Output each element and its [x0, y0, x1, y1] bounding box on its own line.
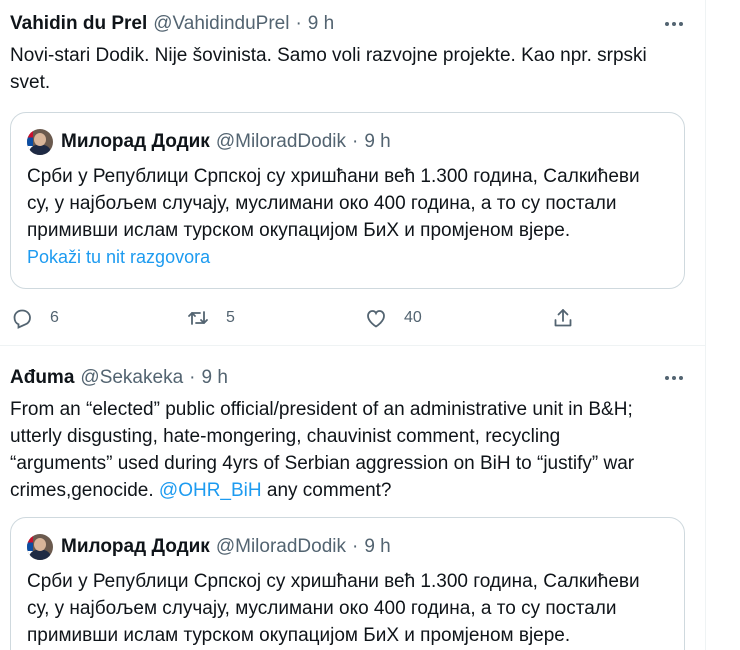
tweet-text: Novi-stari Dodik. Nije šovinista. Samo v… — [10, 42, 696, 96]
tweet-text-line: crimes,genocide. @OHR_BiH any comment? — [10, 477, 696, 504]
timeline-feed: Vahidin du Prel @VahidinduPrel · 9 h Nov… — [0, 0, 706, 650]
quoted-author-name: Милорад Додик — [61, 536, 210, 557]
author-handle[interactable]: @Sekakeka — [80, 367, 183, 389]
author-name[interactable]: Ađuma — [10, 367, 74, 389]
quoted-text-line: су, у најбољем случају, муслимани око 40… — [27, 193, 617, 214]
separator-dot: · — [352, 536, 359, 557]
tweet-text-line: svet. — [10, 72, 51, 93]
avatar[interactable] — [27, 534, 53, 560]
more-icon[interactable] — [662, 366, 686, 390]
quoted-author-handle: @MiloradDodik — [215, 131, 346, 152]
quoted-author-handle: @MiloradDodik — [215, 536, 346, 557]
quoted-tweet-header: Милорад Додик @MiloradDodik · 9 h — [27, 129, 391, 155]
tweet-text-line: “arguments” used during 4yrs of Serbian … — [10, 453, 635, 474]
reply-icon — [13, 309, 31, 329]
avatar[interactable] — [27, 129, 53, 155]
tweet-text-line: Novi-stari Dodik. Nije šovinista. Samo v… — [10, 45, 647, 66]
tweet-text-fragment: any comment? — [261, 480, 392, 501]
reply-count: 6 — [50, 309, 59, 326]
share-icon — [554, 309, 572, 327]
tweet-header: Vahidin du Prel @VahidinduPrel · 9 h — [10, 12, 334, 36]
quoted-text-line: су, у најбољем случају, муслимани око 40… — [27, 598, 617, 619]
quoted-author-name: Милорад Додик — [61, 131, 210, 152]
tweet-header: Ađuma @Sekakeka · 9 h — [10, 366, 228, 390]
quoted-tweet-text: Срби у Републици Српској су хришћани већ… — [27, 163, 677, 244]
reply-button[interactable]: 6 — [10, 305, 59, 331]
quoted-tweet-time: 9 h — [364, 536, 391, 557]
separator-dot: · — [189, 367, 196, 388]
quoted-tweet[interactable]: Милорад Додик @MiloradDodik · 9 h Срби у… — [10, 517, 685, 650]
tweet[interactable]: Vahidin du Prel @VahidinduPrel · 9 h Nov… — [0, 0, 706, 346]
tweet-text-line: From an “elected” public official/presid… — [10, 399, 633, 420]
retweet-count: 5 — [226, 309, 235, 326]
author-name[interactable]: Vahidin du Prel — [10, 13, 147, 35]
more-icon[interactable] — [662, 12, 686, 36]
mention-link[interactable]: @OHR_BiH — [159, 480, 262, 501]
share-button[interactable] — [551, 305, 575, 331]
quoted-tweet[interactable]: Милорад Додик @MiloradDodik · 9 h Срби у… — [10, 112, 685, 289]
retweet-icon — [188, 311, 208, 325]
quoted-text-line: примивши ислам турском окупацијом БиХ и … — [27, 220, 571, 241]
tweet-time[interactable]: 9 h — [201, 367, 227, 389]
quoted-tweet-time: 9 h — [364, 131, 391, 152]
separator-dot: · — [295, 13, 302, 34]
tweet-text-line: utterly disgusting, hate-mongering, chau… — [10, 426, 561, 447]
like-count: 40 — [404, 309, 422, 326]
quoted-tweet-text: Срби у Републици Српској су хришћани већ… — [27, 568, 677, 649]
tweet-text: From an “elected” public official/presid… — [10, 396, 696, 504]
tweet-actions: 6 5 40 — [10, 305, 610, 331]
separator-dot: · — [352, 131, 359, 152]
right-panel-edge — [707, 0, 740, 650]
show-thread-link[interactable]: Pokaži tu nit razgovora — [27, 247, 210, 268]
retweet-button[interactable]: 5 — [186, 305, 235, 331]
quoted-tweet-header: Милорад Додик @MiloradDodik · 9 h — [27, 534, 391, 560]
author-handle[interactable]: @VahidinduPrel — [153, 13, 289, 35]
tweet-time[interactable]: 9 h — [308, 13, 334, 35]
quoted-text-line: Срби у Републици Српској су хришћани већ… — [27, 571, 640, 592]
like-icon — [367, 310, 385, 328]
tweet-text-fragment: crimes,genocide. — [10, 480, 159, 501]
quoted-text-line: Срби у Републици Српској су хришћани већ… — [27, 166, 640, 187]
quoted-text-line: примивши ислам турском окупацијом БиХ и … — [27, 625, 571, 646]
like-button[interactable]: 40 — [364, 305, 422, 331]
